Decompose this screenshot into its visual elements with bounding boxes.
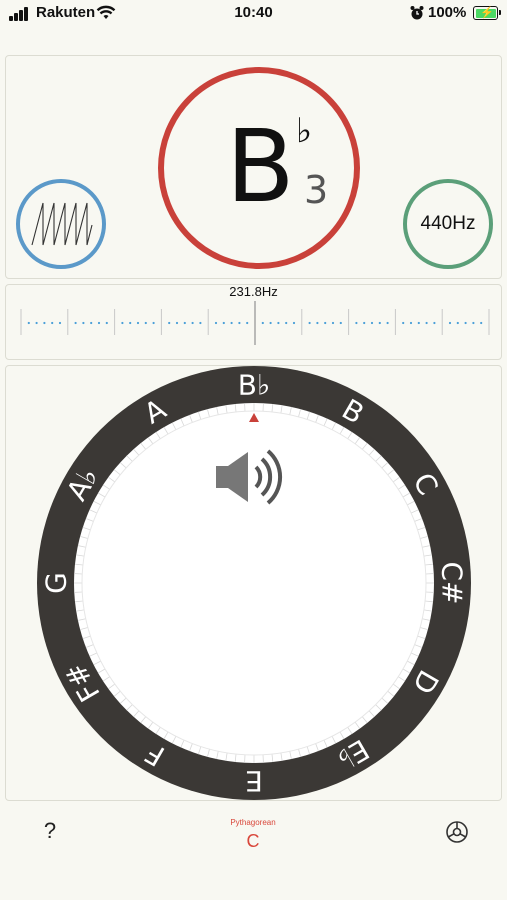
- scale-dot: [97, 321, 101, 325]
- note-dial-panel: B♭ B C C# D E♭ E F F# G A♭ A: [5, 365, 502, 801]
- scale-dot: [417, 321, 420, 325]
- scale-dot: [136, 321, 140, 325]
- sawtooth-wave-icon: [31, 202, 93, 246]
- temperament-button[interactable]: Pythagorean C: [203, 814, 303, 854]
- note-panel: B ♭ 3 440Hz: [5, 55, 502, 279]
- note-octave: 3: [304, 168, 329, 212]
- scale-dot: [261, 321, 264, 325]
- scale-dot: [324, 321, 327, 325]
- scale-dot: [191, 321, 194, 325]
- scale-dot: [168, 321, 171, 325]
- scale-dot: [331, 321, 335, 325]
- reference-pitch-label: 440Hz: [420, 213, 476, 234]
- battery-charging-icon: ⚡: [473, 6, 501, 20]
- scale-dot: [292, 321, 296, 325]
- scale-dot: [402, 321, 405, 325]
- scale-dot: [269, 321, 272, 325]
- help-button[interactable]: ?: [38, 818, 62, 846]
- scale-dot: [238, 321, 241, 325]
- scale-dot: [277, 321, 280, 325]
- scale-dot: [472, 321, 475, 325]
- note-letter: B: [226, 108, 295, 225]
- detected-note-display: B ♭ 3: [158, 67, 360, 269]
- scale-dot: [152, 321, 155, 325]
- dial-note-label[interactable]: E: [245, 765, 263, 798]
- alarm-icon: [410, 6, 424, 20]
- scale-dot: [425, 321, 428, 325]
- scale-dot: [339, 321, 342, 325]
- scale-dot: [363, 321, 366, 325]
- tuning-meter-panel: 231.8Hz: [5, 284, 502, 360]
- scale-dot: [129, 321, 132, 325]
- scale-dot: [58, 321, 62, 325]
- scale-dot: [222, 321, 225, 325]
- scale-dot: [43, 321, 46, 325]
- scale-dot: [433, 321, 436, 325]
- cents-scale: [20, 301, 490, 345]
- dial-note-label[interactable]: G: [40, 572, 73, 594]
- scale-dot: [105, 321, 108, 325]
- scale-dot: [378, 321, 381, 325]
- scale-dot: [175, 321, 179, 325]
- scale-dot: [386, 321, 389, 325]
- gear-icon[interactable]: [444, 819, 470, 845]
- temperament-key: C: [246, 831, 260, 851]
- scale-dot: [370, 321, 374, 325]
- scale-dot: [409, 321, 413, 325]
- scale-dot: [51, 321, 54, 325]
- temperament-name: Pythagorean: [230, 818, 276, 827]
- scale-dot: [448, 321, 452, 325]
- scale-dot: [82, 321, 85, 325]
- scale-dot: [121, 321, 124, 325]
- scale-dot: [214, 321, 218, 325]
- scale-dot: [355, 321, 358, 325]
- note-accidental: ♭: [296, 111, 313, 151]
- note-dial[interactable]: B♭BCC#DE♭EFF#GA♭A: [6, 366, 501, 800]
- scale-dot: [35, 321, 38, 325]
- scale-dot: [27, 321, 30, 325]
- scale-dot: [230, 321, 233, 325]
- dial-note-label[interactable]: C#: [436, 561, 469, 604]
- scale-dot: [464, 321, 467, 325]
- scale-dot: [480, 321, 483, 325]
- scale-dot: [285, 321, 288, 325]
- scale-dot: [199, 321, 202, 325]
- scale-dot: [183, 321, 186, 325]
- scale-dot: [90, 321, 93, 325]
- scale-dot: [316, 321, 319, 325]
- scale-dot: [144, 321, 147, 325]
- scale-dot: [308, 321, 311, 325]
- dial-note-label[interactable]: B♭: [238, 369, 270, 402]
- scale-dot: [456, 321, 459, 325]
- battery-percentage: 100%: [428, 4, 467, 21]
- reference-pitch-button[interactable]: 440Hz: [403, 179, 493, 269]
- waveform-button[interactable]: [16, 179, 106, 269]
- scale-dot: [74, 321, 77, 325]
- status-bar: Rakuten 10:40 100% ⚡: [0, 0, 507, 30]
- scale-dot: [246, 321, 249, 325]
